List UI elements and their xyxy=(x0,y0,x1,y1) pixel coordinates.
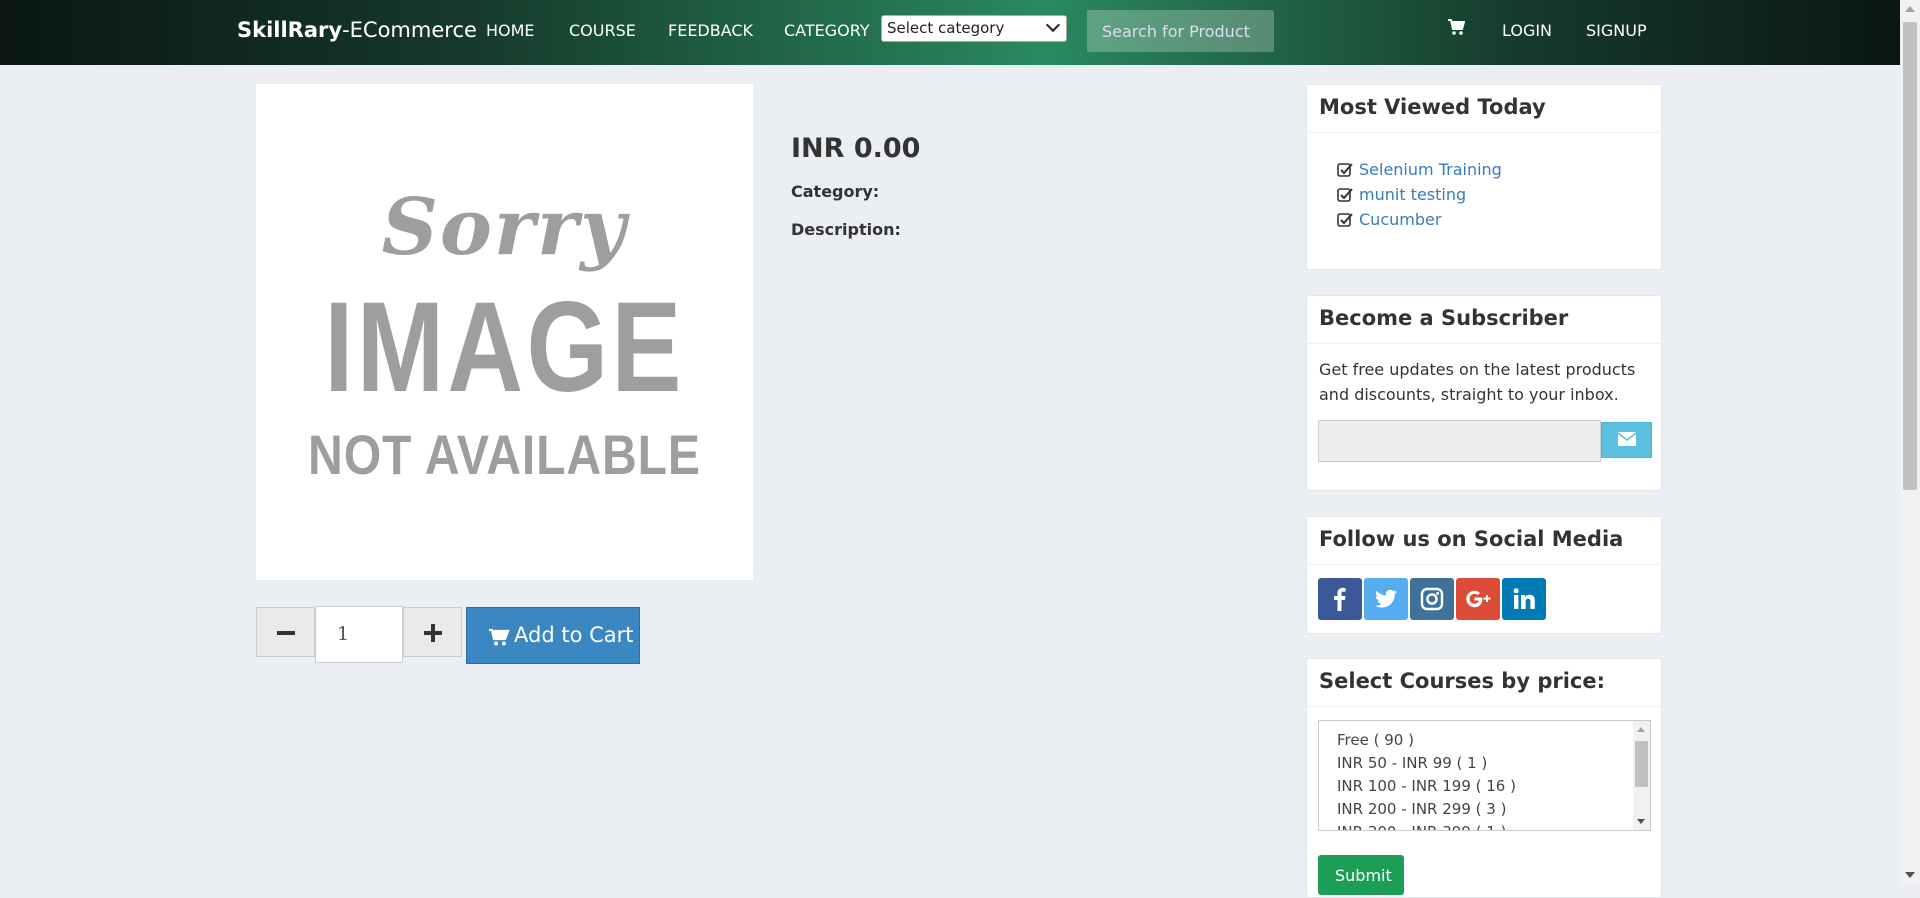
search-placeholder: Search for Product xyxy=(1102,22,1250,41)
plus-icon xyxy=(424,624,442,642)
nav-home[interactable]: HOME xyxy=(486,21,535,40)
listbox-scroll-thumb[interactable] xyxy=(1635,741,1648,787)
add-to-cart-label: Add to Cart xyxy=(514,623,634,647)
scroll-down-arrow-icon[interactable] xyxy=(1905,872,1915,878)
scroll-down-arrow-icon[interactable] xyxy=(1637,819,1645,824)
most-viewed-link[interactable]: Selenium Training xyxy=(1359,160,1502,179)
scroll-up-arrow-icon[interactable] xyxy=(1637,727,1645,732)
panel-divider xyxy=(1307,706,1661,707)
page-scrollbar[interactable] xyxy=(1900,0,1920,885)
category-select-value: Select category xyxy=(887,19,1005,37)
price-filter-title: Select Courses by price: xyxy=(1319,669,1606,693)
quantity-decrease-button[interactable] xyxy=(256,607,315,657)
add-to-cart-button[interactable]: Add to Cart xyxy=(466,607,640,664)
facebook-icon xyxy=(1334,587,1346,611)
shopping-cart-icon[interactable] xyxy=(1447,18,1465,36)
price-range-listbox[interactable]: Free ( 90 ) INR 50 - INR 99 ( 1 ) INR 10… xyxy=(1318,720,1651,831)
checkbox-checked-icon xyxy=(1337,163,1353,177)
submit-button[interactable]: Submit xyxy=(1318,855,1404,895)
panel-divider xyxy=(1307,343,1661,344)
nav-category[interactable]: CATEGORY xyxy=(784,21,870,40)
twitter-button[interactable] xyxy=(1364,578,1408,620)
nav-course[interactable]: COURSE xyxy=(569,21,636,40)
subscriber-panel: Become a Subscriber Get free updates on … xyxy=(1306,295,1662,491)
google-plus-button[interactable] xyxy=(1456,578,1500,620)
checkbox-checked-icon xyxy=(1337,188,1353,202)
price-option[interactable]: Free ( 90 ) xyxy=(1337,731,1414,749)
twitter-icon xyxy=(1375,589,1397,608)
facebook-button[interactable] xyxy=(1318,578,1362,620)
scroll-up-arrow-icon[interactable] xyxy=(1905,6,1915,12)
linkedin-icon xyxy=(1513,588,1535,609)
most-viewed-title: Most Viewed Today xyxy=(1319,95,1546,119)
nav-login[interactable]: LOGIN xyxy=(1502,21,1552,40)
category-label: Category: xyxy=(791,182,880,201)
subscriber-description: Get free updates on the latest products … xyxy=(1319,360,1636,404)
product-image: Sorry IMAGE NOT AVAILABLE xyxy=(256,84,753,580)
price-option[interactable]: INR 100 - INR 199 ( 16 ) xyxy=(1337,777,1516,795)
top-navbar: SkillRary-ECommerce HOME COURSE FEEDBACK… xyxy=(0,0,1900,65)
page-scroll-thumb[interactable] xyxy=(1903,22,1917,490)
image-placeholder-not-available: NOT AVAILABLE xyxy=(308,423,701,486)
instagram-button[interactable] xyxy=(1410,578,1454,620)
most-viewed-link[interactable]: Cucumber xyxy=(1359,210,1441,229)
linkedin-button[interactable] xyxy=(1502,578,1546,620)
price-option[interactable]: INR 50 - INR 99 ( 1 ) xyxy=(1337,754,1487,772)
most-viewed-link[interactable]: munit testing xyxy=(1359,185,1466,204)
minus-icon xyxy=(277,631,295,635)
product-price: INR 0.00 xyxy=(791,133,921,164)
nav-feedback[interactable]: FEEDBACK xyxy=(668,21,753,40)
brand-name-suffix: -ECommerce xyxy=(342,18,477,42)
google-plus-icon xyxy=(1466,590,1491,608)
instagram-icon xyxy=(1420,587,1444,611)
category-select[interactable]: Select category xyxy=(881,15,1067,42)
description-label: Description: xyxy=(791,220,901,239)
image-placeholder-image: IMAGE xyxy=(324,276,685,419)
price-option[interactable]: INR 200 - INR 299 ( 3 ) xyxy=(1337,800,1506,818)
quantity-input[interactable]: 1 xyxy=(315,606,403,663)
quantity-value: 1 xyxy=(337,623,350,645)
price-option[interactable]: INR 300 - INR 399 ( 1 ) xyxy=(1337,823,1506,830)
subscribe-button[interactable] xyxy=(1601,422,1652,458)
subscriber-title: Become a Subscriber xyxy=(1319,306,1569,330)
listbox-scrollbar[interactable] xyxy=(1633,721,1650,830)
subscriber-email-input[interactable] xyxy=(1318,420,1601,462)
search-input[interactable]: Search for Product xyxy=(1087,10,1274,52)
nav-signup[interactable]: SIGNUP xyxy=(1586,21,1647,40)
quantity-increase-button[interactable] xyxy=(403,607,462,657)
image-placeholder-sorry: Sorry xyxy=(381,182,628,273)
most-viewed-panel: Most Viewed Today Selenium Training muni… xyxy=(1306,84,1662,270)
checkbox-checked-icon xyxy=(1337,213,1353,227)
panel-divider xyxy=(1307,564,1661,565)
social-panel: Follow us on Social Media xyxy=(1306,516,1662,634)
panel-divider xyxy=(1307,132,1661,133)
brand-logo[interactable]: SkillRary-ECommerce xyxy=(237,18,477,42)
envelope-icon xyxy=(1618,432,1636,446)
social-title: Follow us on Social Media xyxy=(1319,527,1624,551)
shopping-cart-icon xyxy=(489,628,510,646)
brand-name-bold: SkillRary xyxy=(237,18,343,42)
chevron-down-icon xyxy=(1045,17,1061,33)
